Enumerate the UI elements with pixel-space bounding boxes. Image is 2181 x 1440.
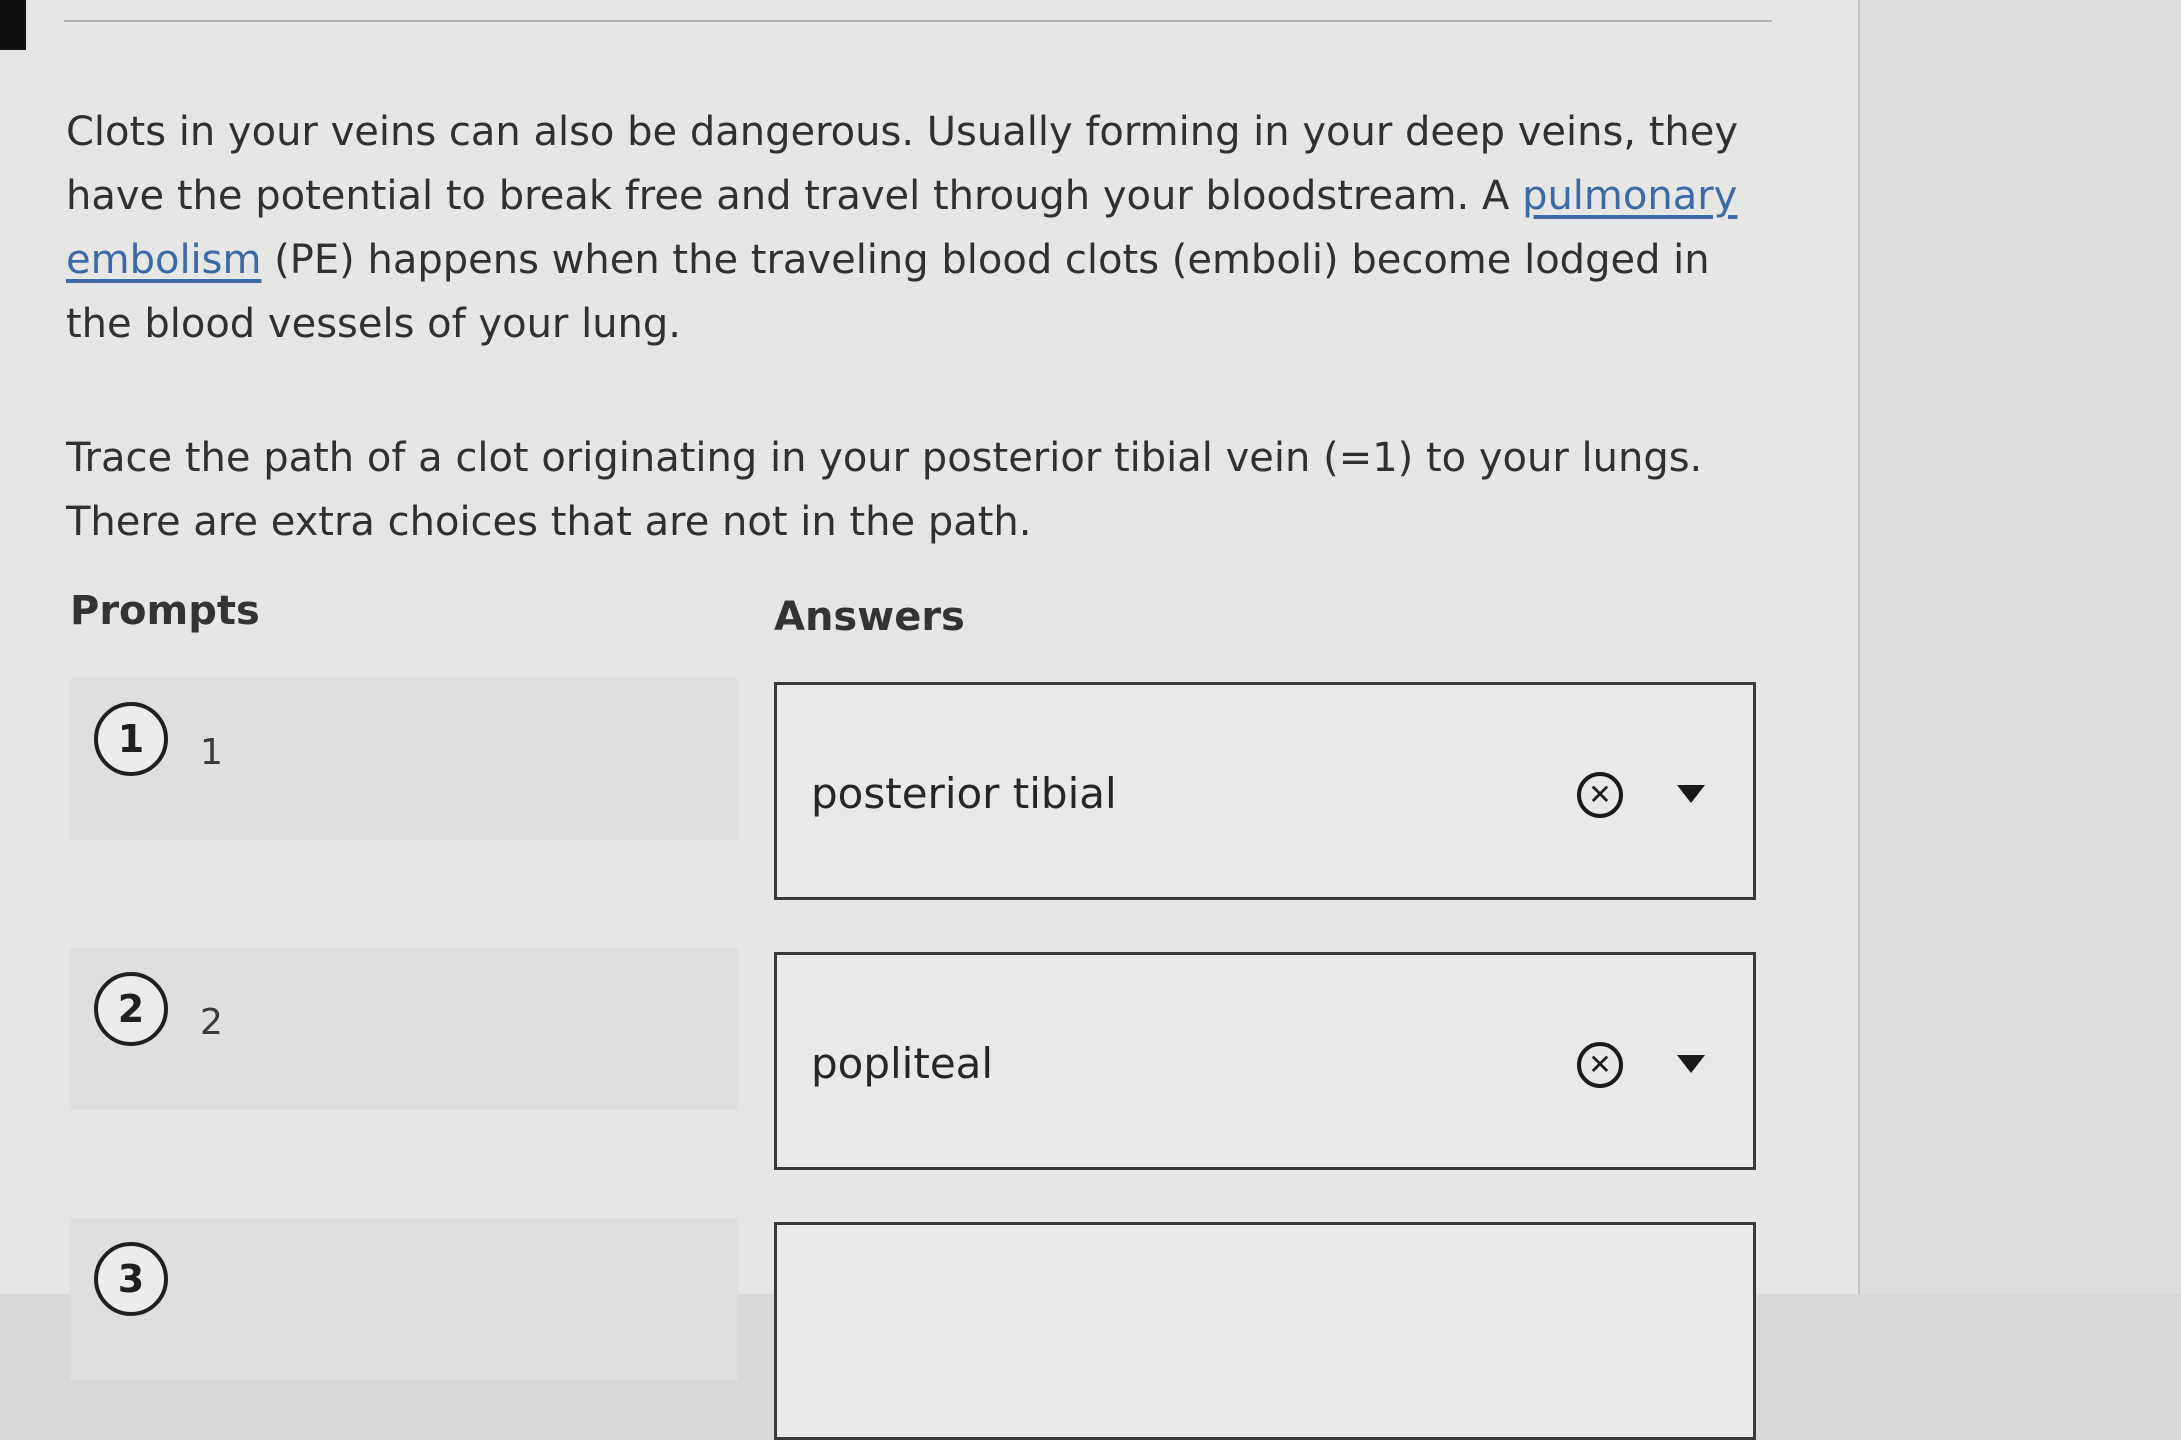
question-panel: Clots in your veins can also be dangerou… [0, 0, 1860, 1440]
intro-paragraph: Clots in your veins can also be dangerou… [66, 100, 1766, 356]
top-divider [64, 20, 1772, 22]
prompt-number-badge: 2 [94, 972, 168, 1046]
corner-tab [0, 0, 26, 50]
answers-heading: Answers [774, 594, 965, 640]
prompt-row: 2 2 [70, 948, 738, 1110]
prompts-heading: Prompts [70, 588, 260, 634]
instruction-paragraph: Trace the path of a clot originating in … [66, 435, 1703, 545]
answer-select[interactable] [774, 1222, 1756, 1440]
answer-selected-value: popliteal [811, 1039, 994, 1088]
clear-circle-x-icon[interactable]: ✕ [1577, 1042, 1623, 1088]
right-margin [1860, 0, 2181, 1294]
prompt-number-badge: 1 [94, 702, 168, 776]
prompt-label: 2 [200, 1002, 223, 1043]
intro-text-end: (PE) happens when the traveling blood cl… [66, 237, 1710, 347]
clear-circle-x-icon[interactable]: ✕ [1577, 772, 1623, 818]
prompt-row: 1 1 [70, 678, 738, 840]
intro-text-start: Clots in your veins can also be dangerou… [66, 109, 1739, 219]
prompt-number-badge: 3 [94, 1242, 168, 1316]
answer-select[interactable]: popliteal ✕ [774, 952, 1756, 1170]
answer-select[interactable]: posterior tibial ✕ [774, 682, 1756, 900]
prompt-label: 1 [200, 732, 223, 773]
caret-down-icon[interactable] [1677, 1055, 1705, 1073]
answer-selected-value: posterior tibial [811, 769, 1117, 818]
caret-down-icon[interactable] [1677, 785, 1705, 803]
prompt-row: 3 [70, 1218, 738, 1380]
